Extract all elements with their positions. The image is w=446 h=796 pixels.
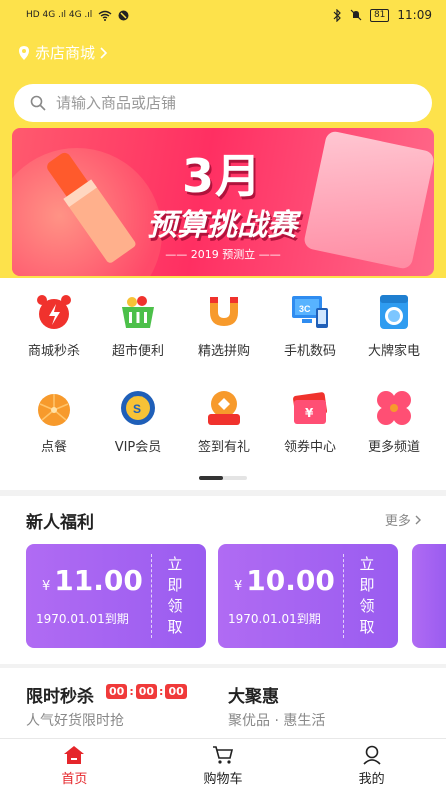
- flash-sale-subtitle: 人气好货限时抢: [26, 713, 124, 729]
- page-indicator-active: [199, 476, 223, 480]
- location-selector[interactable]: 赤店商城: [18, 42, 108, 63]
- computer-phone-icon: 3C: [292, 296, 328, 328]
- system-indicators: 81 11:09: [333, 8, 432, 22]
- tab-cart[interactable]: 购物车: [149, 739, 298, 796]
- category-label: 签到有礼: [197, 440, 250, 455]
- category-label: 超市便利: [111, 344, 164, 359]
- location-label: 赤店商城: [35, 44, 96, 62]
- big-deal-subtitle: 聚优品 · 惠生活: [228, 713, 326, 729]
- category-check-in[interactable]: 签到有礼: [180, 388, 268, 455]
- signal-indicators: HD 4G .ıl 4G .ıl: [26, 10, 129, 21]
- chevron-right-icon: [415, 515, 421, 525]
- banner-caption: —— 2019 预测立 ——: [165, 248, 281, 261]
- category-supermarket[interactable]: 超市便利: [94, 292, 182, 359]
- wifi-icon: [98, 10, 112, 21]
- category-label: 领券中心: [283, 440, 336, 455]
- coupon-card[interactable]: ¥11.00 1970.01.01到期 立 即 领 取: [26, 544, 206, 648]
- search-icon: [30, 95, 46, 111]
- banner-subtitle: 预算挑战赛: [147, 208, 297, 243]
- svg-text:3C: 3C: [299, 304, 311, 314]
- tab-label: 首页: [61, 772, 88, 787]
- claim-button[interactable]: 立 即 领 取: [166, 554, 184, 638]
- category-grid: 商城秒杀 超市便利 精选拼购 3C 手机数码 大牌家电 点餐 S VIP会员 签…: [0, 278, 446, 490]
- category-order-food[interactable]: 点餐: [10, 388, 98, 455]
- category-label: 精选拼购: [197, 344, 250, 359]
- svg-text:¥: ¥: [305, 406, 314, 420]
- home-icon: [64, 746, 85, 764]
- svg-text:S: S: [133, 402, 141, 416]
- chevron-right-icon: [100, 46, 108, 59]
- category-label: 点餐: [40, 440, 67, 455]
- countdown-timer: 00 : 00 : 00: [106, 684, 187, 699]
- page-indicator: [199, 476, 247, 480]
- category-label: VIP会员: [114, 440, 162, 455]
- cart-icon: [213, 746, 234, 764]
- big-deal-title[interactable]: 大聚惠: [228, 682, 279, 707]
- promo-banner[interactable]: 3月 预算挑战赛 —— 2019 预测立 ——: [12, 128, 434, 276]
- category-label: 商城秒杀: [27, 344, 80, 359]
- user-icon: [363, 745, 381, 765]
- category-label: 手机数码: [283, 344, 336, 359]
- coupon-card[interactable]: ¥10.00 1970.01.01到期 立 即 领 取: [218, 544, 398, 648]
- battery-indicator: 81: [369, 8, 390, 22]
- tab-label: 购物车: [203, 772, 243, 787]
- search-bar[interactable]: [14, 84, 432, 122]
- smile-magnet-icon: [210, 297, 238, 326]
- coupon-amount: ¥11.00: [42, 564, 143, 597]
- coupon-divider: [343, 554, 344, 638]
- category-label: 更多频道: [367, 440, 420, 455]
- clover-icon: [377, 391, 411, 425]
- location-pin-icon: [19, 45, 29, 60]
- flash-sale-title[interactable]: 限时秒杀: [26, 682, 94, 707]
- mute-bell-icon: [350, 9, 362, 21]
- section-title: 新人福利: [26, 513, 94, 533]
- vip-coin-icon: S: [121, 391, 155, 425]
- promo-section: 限时秒杀 00 : 00 : 00 人气好货限时抢 大聚惠 聚优品 · 惠生活: [0, 668, 446, 740]
- shopping-basket-icon: [122, 296, 154, 328]
- ticket-icon: ¥: [293, 392, 327, 424]
- timer-hours: 00: [106, 684, 128, 699]
- category-coupon-center[interactable]: ¥ 领券中心: [266, 388, 354, 455]
- banner-title: 3月: [182, 149, 263, 203]
- category-vip[interactable]: S VIP会员: [94, 388, 182, 455]
- bottom-tab-bar: 首页 购物车 我的: [0, 738, 446, 796]
- new-user-section: 新人福利 更多 ¥11.00 1970.01.01到期 立 即 领 取 ¥10.…: [0, 496, 446, 664]
- category-label: 大牌家电: [367, 344, 420, 359]
- coupon-expiry: 1970.01.01到期: [36, 612, 129, 626]
- nfc-icon: [118, 10, 129, 20]
- more-link[interactable]: 更多: [385, 510, 422, 529]
- category-digital[interactable]: 3C 手机数码: [266, 292, 354, 359]
- alarm-clock-icon: [37, 295, 71, 329]
- category-group-buy[interactable]: 精选拼购: [180, 292, 268, 359]
- tab-profile[interactable]: 我的: [297, 739, 446, 796]
- status-bar: HD 4G .ıl 4G .ıl 81 11:09: [0, 0, 446, 30]
- signal-text: HD 4G .ıl 4G .ıl: [26, 10, 93, 20]
- tab-label: 我的: [358, 772, 385, 787]
- washing-machine-icon: [380, 295, 408, 329]
- coupon-expiry: 1970.01.01到期: [228, 612, 321, 626]
- timer-seconds: 00: [165, 684, 187, 699]
- bluetooth-icon: [333, 8, 341, 22]
- search-input[interactable]: [56, 94, 396, 112]
- category-flash-sale[interactable]: 商城秒杀: [10, 292, 98, 359]
- orange-icon: [38, 394, 70, 426]
- coupon-card-partial[interactable]: [412, 544, 446, 648]
- tab-home[interactable]: 首页: [0, 739, 149, 796]
- category-appliances[interactable]: 大牌家电: [350, 292, 438, 359]
- timer-minutes: 00: [135, 684, 158, 699]
- claim-button[interactable]: 立 即 领 取: [358, 554, 376, 638]
- category-more[interactable]: 更多频道: [350, 388, 438, 455]
- gift-box-icon: [208, 391, 240, 425]
- coupon-divider: [151, 554, 152, 638]
- clock: 11:09: [397, 8, 432, 22]
- coupon-amount: ¥10.00: [234, 564, 335, 597]
